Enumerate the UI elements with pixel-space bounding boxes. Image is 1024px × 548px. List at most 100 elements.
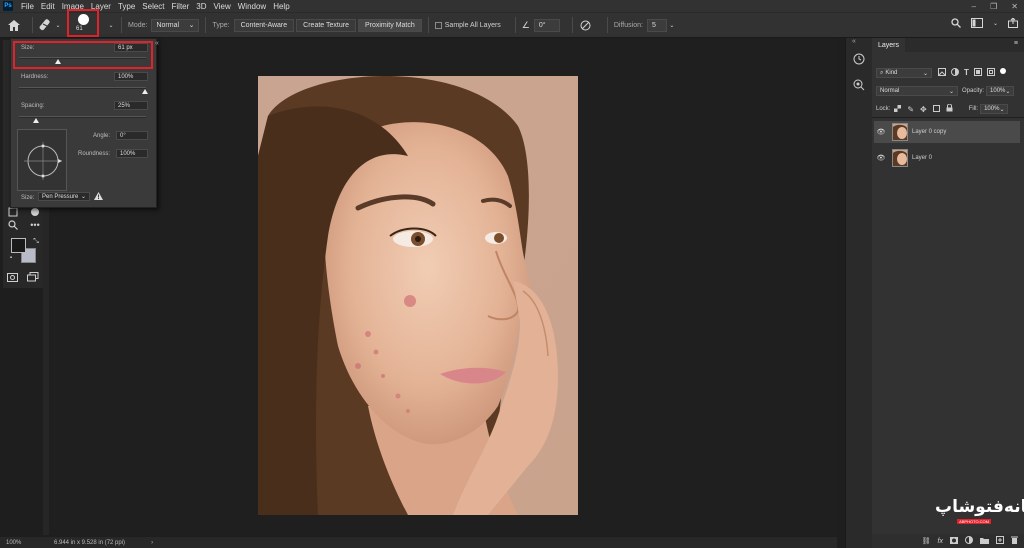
visibility-eye-icon[interactable]: 👁 [874,154,888,162]
menu-view[interactable]: View [214,2,231,11]
brush-preset-chevron-icon[interactable]: ⌄ [107,22,115,29]
menu-type[interactable]: Type [118,2,135,11]
menu-window[interactable]: Window [238,2,266,11]
lock-transparent-icon[interactable] [894,104,902,114]
fill-field[interactable]: 100% ⌄ [980,104,1009,114]
fill-label: Fill: [968,106,979,112]
diffusion-chevron-icon[interactable]: ⌄ [667,22,677,29]
home-icon[interactable] [0,19,28,31]
layer-row[interactable]: 👁 Layer 0 copy [874,121,1020,143]
lock-position-icon[interactable]: ✥ [920,105,927,114]
filter-search-icon: ⌕ [880,69,884,76]
layer-name[interactable]: Layer 0 copy [912,129,946,135]
new-layer-icon[interactable] [996,536,1004,546]
lock-all-icon[interactable] [946,103,953,114]
brush-preset-picker[interactable]: 61 [67,9,99,37]
screen-mode-icon[interactable] [26,270,40,284]
layer-style-icon[interactable]: fx [938,538,943,545]
brush-options-popup: Size: 61 px Hardness: 100% Spacing: 25% … [10,38,157,208]
quick-mask-icon[interactable] [5,270,19,284]
workspace-icon[interactable] [970,18,983,28]
history-icon[interactable] [853,52,865,70]
lock-label: Lock: [876,106,891,112]
pen-pressure-select[interactable]: Pen Pressure ⌄ [38,192,90,201]
lock-artboard-icon[interactable] [932,104,940,114]
new-group-icon[interactable] [980,537,989,546]
restore-icon[interactable]: ❐ [990,2,997,11]
add-mask-icon[interactable] [950,536,958,546]
layer-row[interactable]: 👁 Layer 0 [874,147,1020,169]
hardness-slider-track[interactable] [19,87,146,89]
minimize-icon[interactable]: – [972,2,976,11]
menu-filter[interactable]: Filter [172,2,190,11]
layer-name[interactable]: Layer 0 [912,155,932,161]
delete-layer-icon[interactable] [1011,536,1018,546]
site-watermark: خانه‌فتوشاپ ABPHOTO.COM [935,497,1024,529]
zoom-level[interactable]: 100% [6,540,46,546]
hardness-label: Hardness: [21,74,49,80]
angle-icon: ∠ [521,19,530,30]
angle-input[interactable]: 0° [116,131,148,140]
chevron-down-icon: ⌄ [999,106,1005,113]
filter-toggle-icon[interactable] [999,68,1006,78]
opacity-field[interactable]: 100% ⌄ [986,86,1015,96]
menu-file[interactable]: File [21,2,34,11]
chevron-down-icon: ⌄ [922,70,928,77]
collapse-chevron-icon[interactable]: « [155,40,159,47]
lock-pixels-icon[interactable]: ✎ [907,105,914,114]
adjustments-icon[interactable] [853,78,865,96]
menu-3d[interactable]: 3D [196,2,206,11]
menu-select[interactable]: Select [142,2,164,11]
filter-kind-select[interactable]: ⌕ Kind ⌄ [876,68,932,78]
roundness-input[interactable]: 100% [116,149,148,158]
filter-shape-icon[interactable] [973,68,982,78]
new-adjustment-layer-icon[interactable] [965,536,973,546]
foreground-color-swatch[interactable] [11,238,26,253]
share-icon[interactable] [1008,18,1018,28]
menu-edit[interactable]: Edit [41,2,55,11]
create-texture-button[interactable]: Create Texture [296,18,356,32]
pressure-size-icon[interactable] [579,20,593,31]
tool-preset-chevron-icon[interactable]: ⌄ [53,22,63,29]
filter-type-icon[interactable]: T [964,68,969,78]
swap-colors-icon[interactable]: ⤡ [29,235,43,249]
more-tools-icon[interactable]: ••• [28,218,42,232]
expand-chevron-icon[interactable]: « [852,38,856,45]
size-input[interactable]: 61 px [114,43,148,52]
sample-all-layers-checkbox[interactable] [434,21,442,29]
angle-roundness-preview[interactable] [17,129,67,191]
angle-field[interactable]: 0° [533,18,560,32]
healing-brush-tool-icon[interactable] [37,19,53,31]
hardness-input[interactable]: 100% [114,72,148,81]
hardness-slider-thumb[interactable] [142,89,148,94]
size-slider-thumb[interactable] [55,59,61,64]
tab-layers[interactable]: Layers [872,38,906,52]
mode-value: Normal [156,21,180,29]
close-icon[interactable]: ✕ [1011,2,1018,11]
link-layers-icon[interactable]: ⛓ [922,537,931,545]
portrait-photo[interactable] [258,76,578,515]
proximity-match-button[interactable]: Proximity Match [357,18,422,32]
default-colors-icon[interactable]: ▪ [7,254,15,262]
spacing-slider-thumb[interactable] [33,118,39,123]
pen-pressure-value: Pen Pressure [42,193,79,200]
content-aware-button[interactable]: Content-Aware [233,18,295,32]
opacity-label: Opacity: [962,88,985,94]
panel-menu-icon[interactable]: ≡ [1014,40,1018,47]
size-slider-track[interactable] [19,57,146,59]
search-icon[interactable] [951,18,961,28]
workspace-chevron-icon[interactable]: ⌄ [993,20,998,27]
brush-size-indicator: 61 [76,26,83,32]
zoom-tool-icon[interactable] [6,218,20,232]
layers-footer: ⛓ fx [872,534,1024,548]
menu-help[interactable]: Help [273,2,289,11]
mode-select[interactable]: Normal ⌄ [151,18,200,32]
spacing-input[interactable]: 25% [114,101,148,110]
diffusion-field[interactable]: 5 [646,18,667,32]
visibility-eye-icon[interactable]: 👁 [874,128,888,136]
filter-adjustment-icon[interactable] [951,68,959,78]
filter-pixel-icon[interactable] [938,68,946,78]
status-chevron-icon[interactable]: › [151,540,153,546]
filter-smart-object-icon[interactable] [986,68,995,78]
blend-mode-select[interactable]: Normal ⌄ [876,86,958,96]
